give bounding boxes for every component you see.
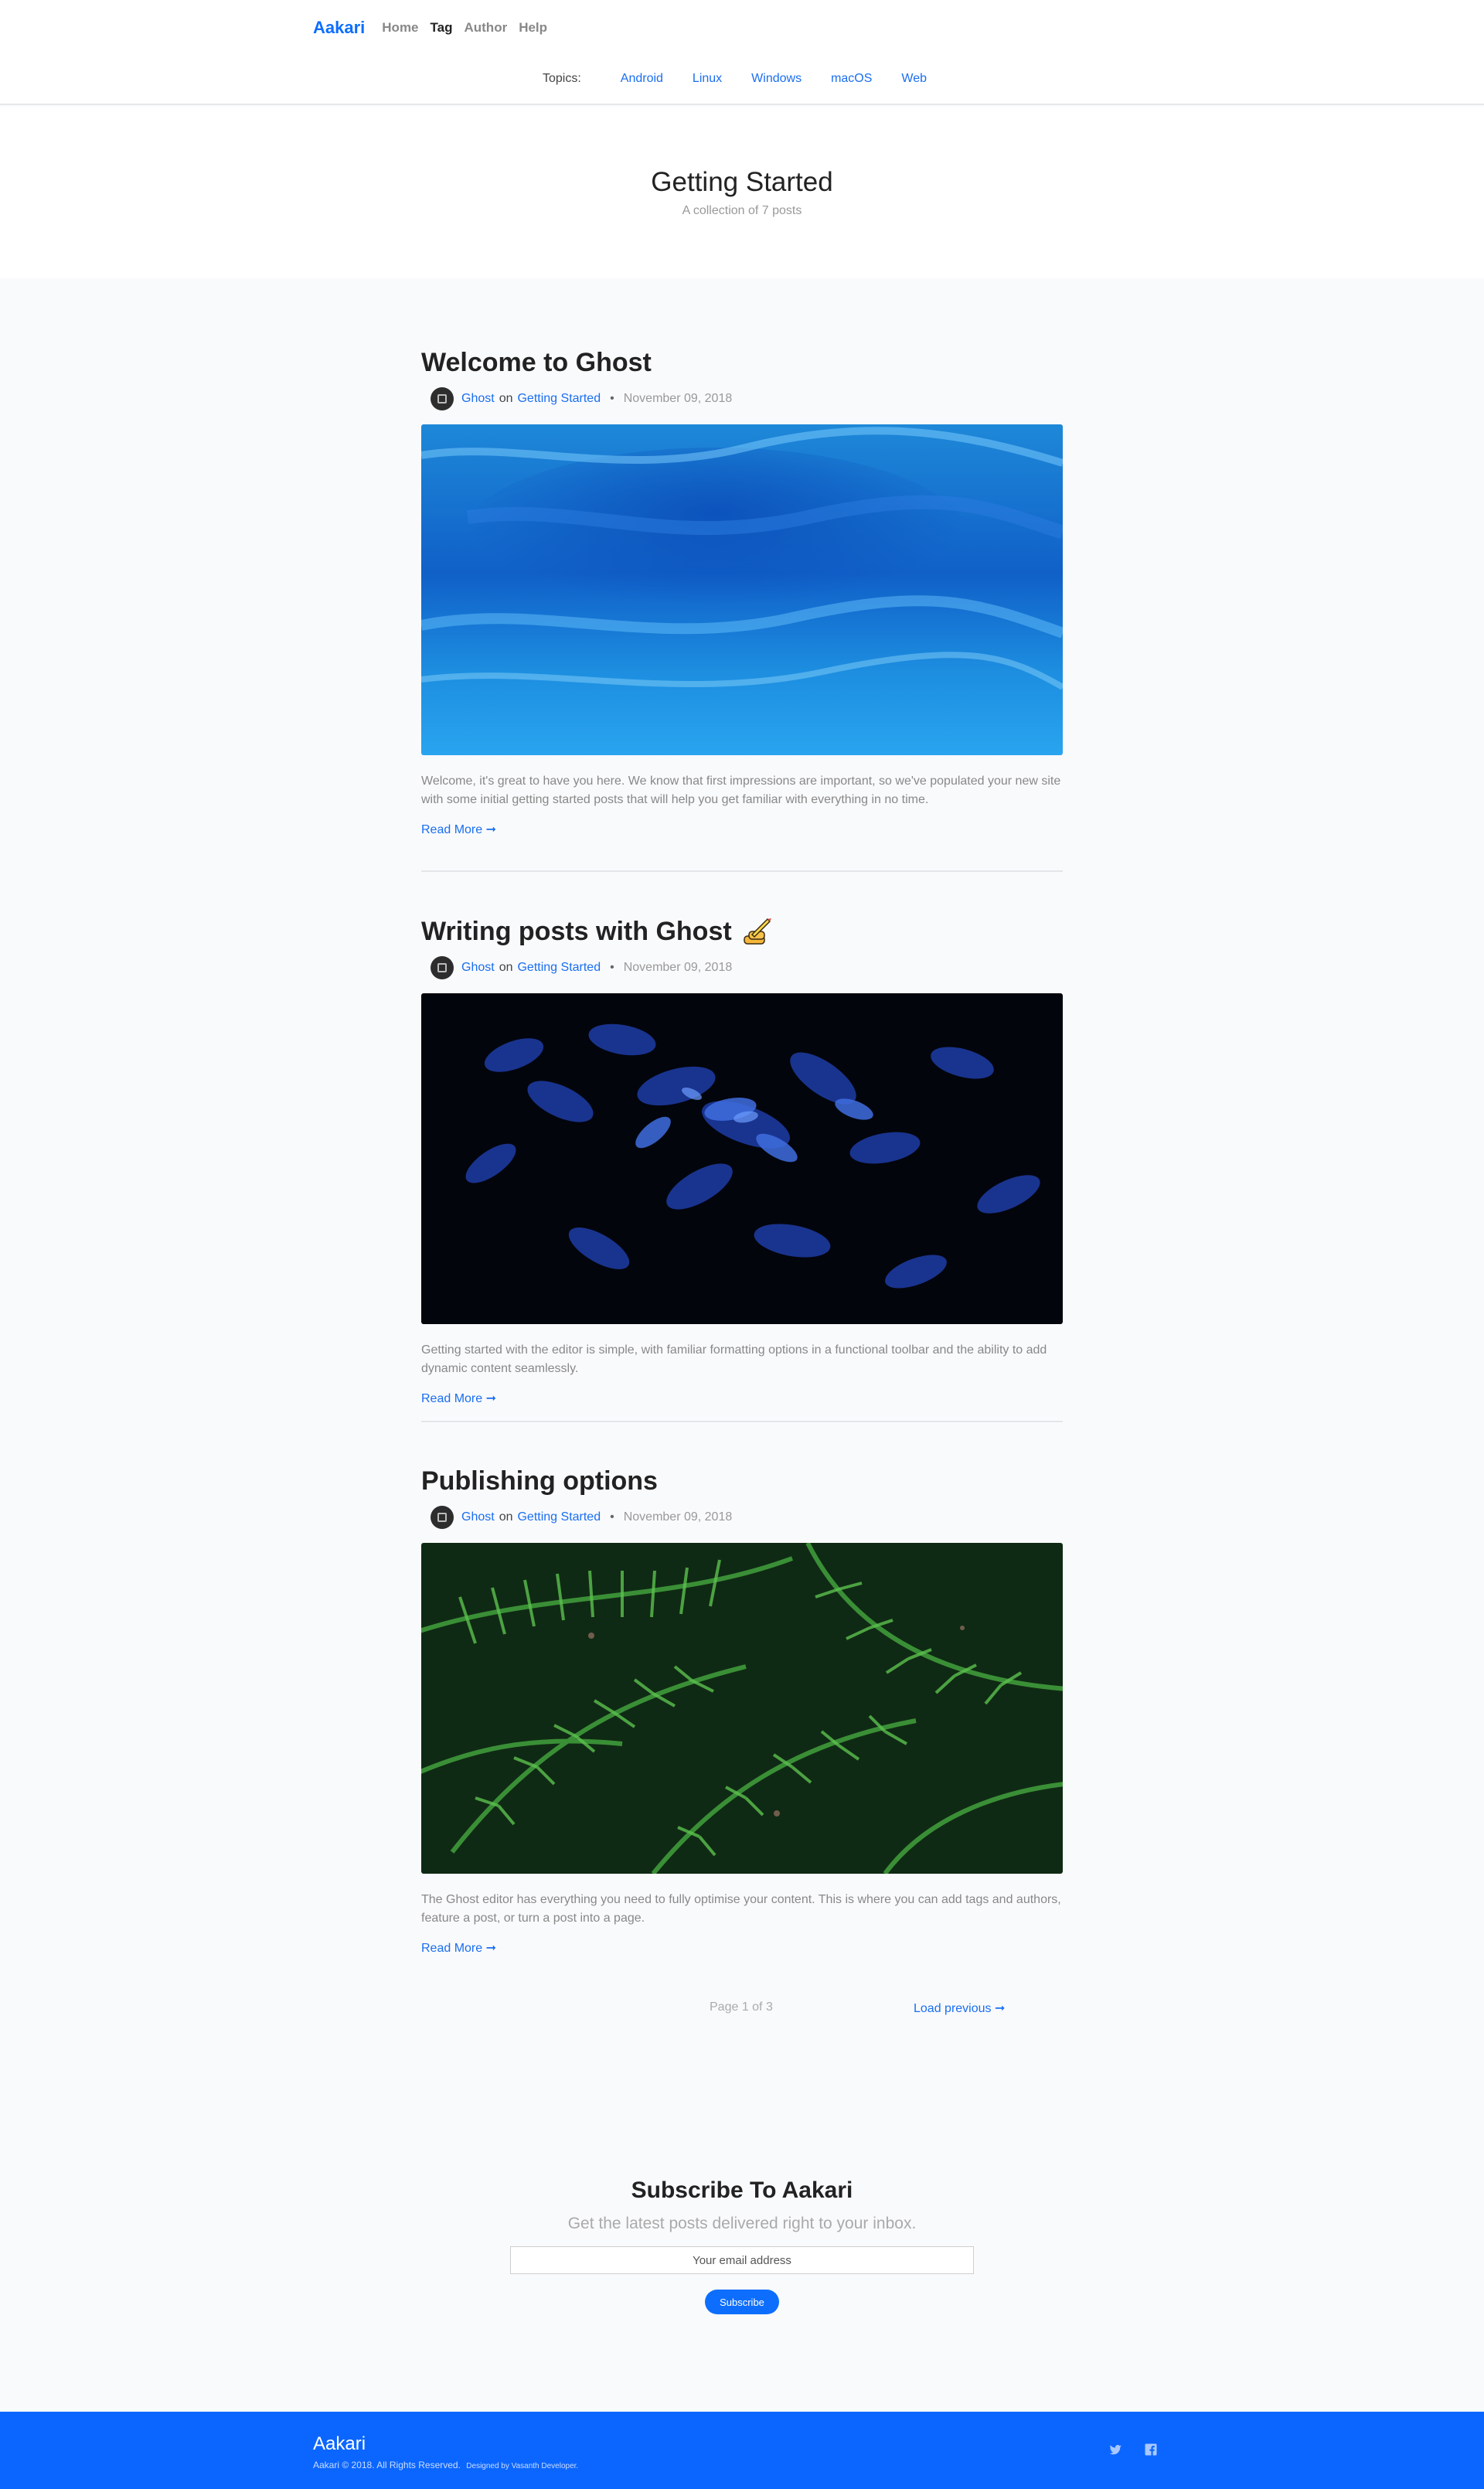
copyright-text: Aakari © 2018. All Rights Reserved. <box>313 2460 461 2470</box>
post-excerpt: The Ghost editor has everything you need… <box>421 1893 1061 1925</box>
nav-help[interactable]: Help <box>519 20 547 36</box>
page-title: Getting Started <box>651 167 833 197</box>
tag-hero: Getting Started A collection of 7 posts <box>0 107 1484 278</box>
brand-logo[interactable]: Aakari <box>313 18 365 38</box>
pagination: Page 1 of 3 Load previous ➞ <box>421 2000 1063 2024</box>
subscribe-section: Subscribe To Aakari Get the latest posts… <box>0 2175 1484 2314</box>
nav-author[interactable]: Author <box>464 20 507 36</box>
topic-macos[interactable]: macOS <box>831 72 872 86</box>
author-link[interactable]: Ghost <box>461 961 495 975</box>
author-avatar[interactable] <box>431 956 454 979</box>
load-previous-link[interactable]: Load previous ➞ <box>914 2000 1005 2016</box>
author-link[interactable]: Ghost <box>461 1510 495 1524</box>
designer-credit[interactable]: Designed by Vasanth Developer. <box>466 2462 578 2470</box>
post-image-green-ferns[interactable] <box>421 1543 1063 1874</box>
tag-link[interactable]: Getting Started <box>517 1510 601 1524</box>
read-more-link[interactable]: Read More ➞ <box>421 1391 496 1406</box>
main-nav: Aakari Home Tag Author Help <box>313 15 559 40</box>
footer-brand[interactable]: Aakari <box>313 2433 366 2455</box>
subscribe-button[interactable]: Subscribe <box>705 2290 779 2314</box>
read-more-link[interactable]: Read More ➞ <box>421 822 496 837</box>
post-title[interactable]: Welcome to Ghost <box>421 346 1063 380</box>
subscribe-title: Subscribe To Aakari <box>631 2177 853 2203</box>
email-field[interactable] <box>510 2246 974 2274</box>
topic-web[interactable]: Web <box>901 72 927 86</box>
topic-linux[interactable]: Linux <box>693 72 722 86</box>
twitter-icon[interactable] <box>1108 2443 1122 2457</box>
author-link[interactable]: Ghost <box>461 392 495 406</box>
post-divider <box>421 1421 1063 1422</box>
nav-tag[interactable]: Tag <box>431 20 453 36</box>
page-info: Page 1 of 3 <box>710 2000 773 2014</box>
author-avatar[interactable] <box>431 387 454 410</box>
post-excerpt: Getting started with the editor is simpl… <box>421 1343 1047 1375</box>
post-count: A collection of 7 posts <box>682 204 802 217</box>
post-card: Publishing options Ghost on Getting Star… <box>421 1464 1063 1956</box>
post-date: November 09, 2018 <box>623 961 733 974</box>
post-meta: Ghost on Getting Started • November 09, … <box>421 1506 1063 1529</box>
topics-label: Topics: <box>542 72 581 85</box>
post-divider <box>421 870 1063 872</box>
social-links <box>1108 2443 1158 2457</box>
topic-android[interactable]: Android <box>621 72 663 86</box>
meta-separator: • <box>610 392 614 405</box>
post-title[interactable]: Writing posts with Ghost <box>421 914 1063 948</box>
author-avatar[interactable] <box>431 1506 454 1529</box>
post-card: Writing posts with Ghost Ghost on Gettin… <box>421 914 1063 1406</box>
meta-separator: • <box>610 1510 614 1524</box>
post-card: Welcome to Ghost Ghost on Getting Starte… <box>421 346 1063 837</box>
post-title[interactable]: Publishing options <box>421 1464 1063 1498</box>
footer-copyright: Aakari © 2018. All Rights Reserved. Desi… <box>313 2460 578 2470</box>
site-footer: Aakari Aakari © 2018. All Rights Reserve… <box>0 2412 1484 2489</box>
post-image-blue-water[interactable] <box>421 424 1063 755</box>
topic-windows[interactable]: Windows <box>751 72 802 86</box>
topics-bar: Topics: Android Linux Windows macOS Web <box>0 68 1484 90</box>
meta-on-text: on <box>499 961 513 974</box>
site-header: Aakari Home Tag Author Help Topics: Andr… <box>0 0 1484 105</box>
tag-link[interactable]: Getting Started <box>517 961 601 975</box>
meta-on-text: on <box>499 1510 513 1524</box>
post-date: November 09, 2018 <box>623 1510 733 1524</box>
read-more-link[interactable]: Read More ➞ <box>421 1940 496 1956</box>
meta-separator: • <box>610 961 614 974</box>
post-date: November 09, 2018 <box>623 392 733 405</box>
subscribe-description: Get the latest posts delivered right to … <box>567 2215 917 2232</box>
tag-link[interactable]: Getting Started <box>517 392 601 406</box>
post-meta: Ghost on Getting Started • November 09, … <box>421 956 1063 979</box>
post-meta: Ghost on Getting Started • November 09, … <box>421 387 1063 410</box>
facebook-icon[interactable] <box>1144 2443 1158 2457</box>
meta-on-text: on <box>499 392 513 405</box>
nav-home[interactable]: Home <box>382 20 418 36</box>
post-excerpt: Welcome, it's great to have you here. We… <box>421 775 1061 806</box>
post-image-blue-leaves[interactable] <box>421 993 1063 1324</box>
writing-hand-emoji-icon <box>743 918 771 945</box>
